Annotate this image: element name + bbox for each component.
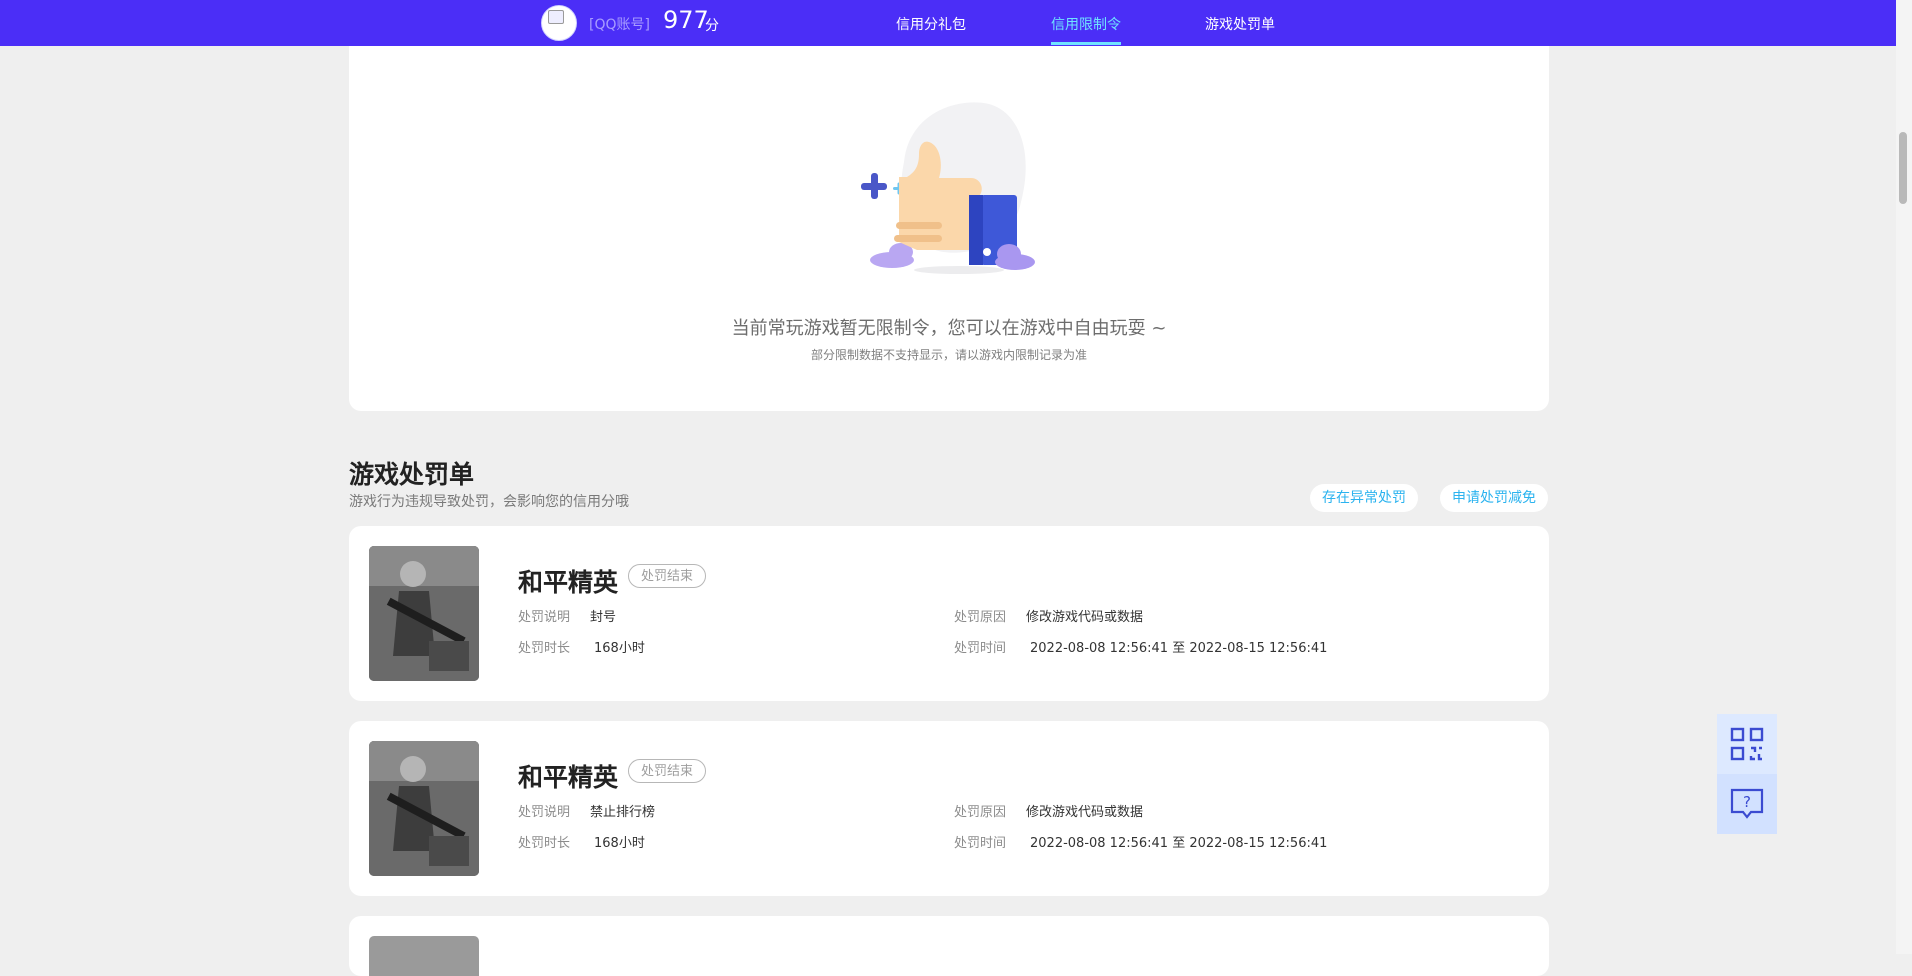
broken-image-icon (548, 10, 564, 24)
penalty-time-label: 处罚时间 (954, 641, 1007, 656)
top-navigation-bar: [QQ账号] 977 分 信用分礼包 信用限制令 游戏处罚单 (0, 0, 1896, 46)
penalty-card (349, 916, 1549, 976)
page-scrollbar[interactable] (1896, 0, 1912, 954)
penalty-duration-label: 处罚时长 (518, 641, 571, 656)
credit-score-value: 977 (663, 6, 709, 34)
penalty-card: 和平精英 处罚结束 处罚说明 禁止排行榜 处罚时长 168小时 处罚原因 修改游… (349, 721, 1549, 896)
section-title: 游戏处罚单 (349, 460, 475, 489)
account-type-label: [QQ账号] (589, 17, 650, 33)
scrollbar-thumb[interactable] (1899, 132, 1907, 204)
penalty-reason-label: 处罚原因 (954, 610, 1007, 625)
empty-state-title: 当前常玩游戏暂无限制令，您可以在游戏中自由玩耍 ~ (731, 318, 1167, 339)
restriction-empty-card: 当前常玩游戏暂无限制令，您可以在游戏中自由玩耍 ~ 部分限制数据不支持显示，请以… (349, 30, 1549, 411)
penalty-desc-label: 处罚说明 (518, 805, 571, 820)
game-name: 和平精英 (518, 763, 619, 792)
avatar[interactable] (541, 5, 577, 41)
penalty-desc-value: 禁止排行榜 (590, 805, 656, 820)
game-name: 和平精英 (518, 568, 619, 597)
help-chat-icon: ? (1730, 788, 1764, 819)
section-subtitle: 游戏行为违规导致处罚，会影响您的信用分哦 (349, 494, 629, 510)
penalty-time-value: 2022-08-08 12:56:41 至 2022-08-15 12:56:4… (1030, 641, 1328, 656)
penalty-desc-value: 封号 (590, 610, 617, 625)
game-cover-image (369, 741, 479, 876)
empty-state-subtitle: 部分限制数据不支持显示，请以游戏内限制记录为准 (810, 348, 1087, 362)
game-cover-image (369, 936, 479, 976)
nav-tab-game-penalty[interactable]: 游戏处罚单 (1205, 14, 1275, 34)
game-cover-image (369, 546, 479, 681)
status-badge: 处罚结束 (628, 564, 707, 588)
penalty-reason-value: 修改游戏代码或数据 (1026, 610, 1144, 625)
penalty-time-value: 2022-08-08 12:56:41 至 2022-08-15 12:56:4… (1030, 836, 1328, 851)
nav-tab-credit-gift[interactable]: 信用分礼包 (896, 14, 966, 34)
penalty-reason-value: 修改游戏代码或数据 (1026, 805, 1144, 820)
penalty-duration-value: 168小时 (594, 641, 645, 656)
help-feedback-button[interactable]: ? (1717, 774, 1777, 834)
penalty-card: 和平精英 处罚结束 处罚说明 封号 处罚时长 168小时 处罚原因 修改游戏代码… (349, 526, 1549, 701)
active-tab-indicator (1051, 42, 1121, 45)
qr-code-icon (1730, 727, 1764, 761)
penalty-desc-label: 处罚说明 (518, 610, 571, 625)
apply-penalty-reduction-button[interactable]: 申请处罚减免 (1440, 484, 1548, 512)
thumbs-up-illustration (861, 102, 1035, 274)
nav-tab-credit-restriction[interactable]: 信用限制令 (1051, 14, 1121, 34)
penalty-duration-value: 168小时 (594, 836, 645, 851)
status-badge: 处罚结束 (628, 759, 707, 783)
penalty-duration-label: 处罚时长 (518, 836, 571, 851)
credit-score-unit: 分 (705, 18, 719, 34)
svg-text:?: ? (1743, 793, 1751, 811)
penalty-time-label: 处罚时间 (954, 836, 1007, 851)
report-abnormal-penalty-button[interactable]: 存在异常处罚 (1310, 484, 1418, 512)
penalty-reason-label: 处罚原因 (954, 805, 1007, 820)
qr-code-button[interactable] (1717, 714, 1777, 774)
